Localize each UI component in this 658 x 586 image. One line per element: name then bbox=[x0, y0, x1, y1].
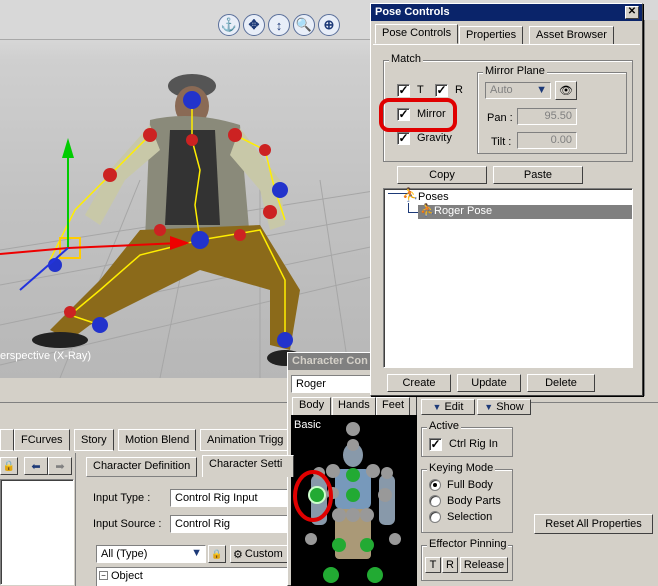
custom-button[interactable]: ⚙ Custom bbox=[230, 545, 292, 563]
close-icon[interactable]: ✕ bbox=[625, 6, 639, 19]
anchor-icon[interactable]: ⚓ bbox=[218, 14, 240, 36]
input-type-dropdown[interactable]: Control Rig Input bbox=[170, 489, 292, 507]
gravity-label: Gravity bbox=[417, 132, 452, 144]
tilt-field[interactable]: 0.00 bbox=[517, 132, 577, 149]
background-window-edge bbox=[644, 20, 658, 396]
edit-menu-button[interactable]: ▼ Edit bbox=[421, 399, 475, 415]
gravity-checkbox[interactable]: ✓ bbox=[397, 132, 410, 145]
tab-motion-blend[interactable]: Motion Blend bbox=[118, 429, 197, 451]
selection-label: Selection bbox=[447, 511, 493, 523]
tab-character-definition[interactable]: Character Definition bbox=[86, 457, 198, 477]
object-row: Object bbox=[111, 570, 143, 582]
pan-field[interactable]: 95.50 bbox=[517, 108, 577, 125]
tree-line bbox=[408, 212, 418, 213]
create-button[interactable]: Create bbox=[387, 374, 451, 392]
tab-divider bbox=[373, 44, 640, 45]
properties-list[interactable]: − Object bbox=[96, 567, 292, 586]
show-menu-button[interactable]: ▼ Show bbox=[477, 399, 531, 415]
back-arrow-icon[interactable]: ⬅ bbox=[24, 457, 48, 475]
viewport-camera-label: erspective (X-Ray) bbox=[0, 350, 92, 362]
body-parts-label: Body Parts bbox=[447, 495, 501, 507]
input-type-label: Input Type : bbox=[93, 492, 151, 504]
update-button[interactable]: Update bbox=[457, 374, 521, 392]
selection-radio[interactable] bbox=[429, 511, 441, 523]
tab-animation-trigger[interactable]: Animation Trigg bbox=[200, 429, 290, 451]
tree-poses-node[interactable]: Poses bbox=[418, 191, 449, 203]
annotation-circle-left-hand bbox=[293, 470, 333, 522]
match-r-label: R bbox=[455, 84, 463, 96]
ctrl-rig-checkbox[interactable]: ✓ bbox=[429, 438, 442, 451]
character-dropdown[interactable]: Roger bbox=[291, 375, 371, 393]
tab-prev[interactable] bbox=[0, 429, 14, 451]
eye-icon[interactable]: 👁 bbox=[555, 81, 577, 100]
character-controls-right: ▼ Edit ▼ Show Active ✓ Ctrl Rig In Keying … bbox=[417, 393, 531, 586]
pose-folder-icon: ⛹ bbox=[402, 187, 419, 202]
lock-icon[interactable]: 🔒 bbox=[0, 457, 18, 475]
full-body-label: Full Body bbox=[447, 479, 493, 491]
pin-r-button[interactable]: R bbox=[442, 557, 458, 573]
full-body-radio[interactable] bbox=[429, 479, 441, 491]
pin-t-button[interactable]: T bbox=[425, 557, 441, 573]
tab-story[interactable]: Story bbox=[74, 429, 114, 451]
release-button[interactable]: Release bbox=[460, 557, 508, 573]
move-icon[interactable]: ✥ bbox=[243, 14, 265, 36]
tab-body[interactable]: Body bbox=[292, 397, 332, 415]
dropdown-arrow-icon: ▼ bbox=[484, 402, 494, 412]
character-model bbox=[32, 74, 303, 366]
tab-pose-controls[interactable]: Pose Controls bbox=[375, 24, 459, 44]
zoom-region-icon[interactable]: ⊕ bbox=[318, 14, 340, 36]
zoom-icon[interactable]: 🔍 bbox=[293, 14, 315, 36]
navigator-left-pane: 🔒 ⬅ ➡ bbox=[0, 453, 76, 586]
tab-hands[interactable]: Hands bbox=[332, 397, 376, 415]
dolly-icon[interactable]: ↕ bbox=[268, 14, 290, 36]
paste-button[interactable]: Paste bbox=[493, 166, 583, 184]
pose-controls-titlebar[interactable]: Pose Controls ✕ bbox=[371, 4, 642, 21]
tab-fcurves[interactable]: FCurves bbox=[14, 429, 70, 451]
tree-roger-pose-node: Roger Pose bbox=[434, 205, 493, 217]
navigator-tree[interactable] bbox=[0, 479, 74, 585]
input-source-label: Input Source : bbox=[93, 518, 162, 530]
delete-button[interactable]: Delete bbox=[527, 374, 595, 392]
lock-filter-icon[interactable]: 🔒 bbox=[208, 545, 226, 563]
body-parts-radio[interactable] bbox=[429, 495, 441, 507]
annotation-circle-mirror bbox=[379, 98, 457, 132]
pose-controls-window: Pose Controls ✕ Pose Controls Properties… bbox=[370, 3, 643, 396]
tree-row-selected[interactable]: ⛹ Roger Pose bbox=[418, 203, 632, 219]
pose-tree[interactable]: ⛹ Poses ⛹ Roger Pose bbox=[383, 187, 633, 368]
dropdown-arrow-icon: ▼ bbox=[432, 402, 442, 412]
copy-button[interactable]: Copy bbox=[397, 166, 487, 184]
gear-icon: ⚙ bbox=[233, 548, 243, 561]
body-effector-map[interactable]: Basic bbox=[291, 415, 417, 586]
match-r-checkbox[interactable]: ✓ bbox=[435, 84, 448, 97]
match-t-label: T bbox=[417, 84, 424, 96]
tab-character-settings[interactable]: Character Setti bbox=[202, 455, 294, 477]
dropdown-arrow-icon: ▼ bbox=[536, 84, 547, 96]
type-filter-dropdown[interactable]: All (Type) ▼ bbox=[96, 545, 206, 563]
forward-arrow-icon[interactable]: ➡ bbox=[48, 457, 72, 475]
tab-asset-browser[interactable]: Asset Browser bbox=[529, 26, 614, 44]
dropdown-arrow-icon: ▼ bbox=[191, 547, 202, 559]
pan-label: Pan : bbox=[487, 112, 513, 124]
input-source-dropdown[interactable]: Control Rig bbox=[170, 515, 292, 533]
match-t-checkbox[interactable]: ✓ bbox=[397, 84, 410, 97]
tab-feet[interactable]: Feet bbox=[376, 397, 411, 415]
reset-all-properties-button[interactable]: Reset All Properties bbox=[534, 514, 653, 534]
pose-icon: ⛹ bbox=[420, 203, 435, 217]
ctrl-rig-label: Ctrl Rig In bbox=[449, 438, 498, 450]
mirror-plane-dropdown[interactable]: Auto ▼ bbox=[485, 82, 551, 99]
tilt-label: Tilt : bbox=[491, 136, 512, 148]
collapse-icon[interactable]: − bbox=[99, 571, 108, 580]
tab-properties[interactable]: Properties bbox=[459, 26, 524, 44]
